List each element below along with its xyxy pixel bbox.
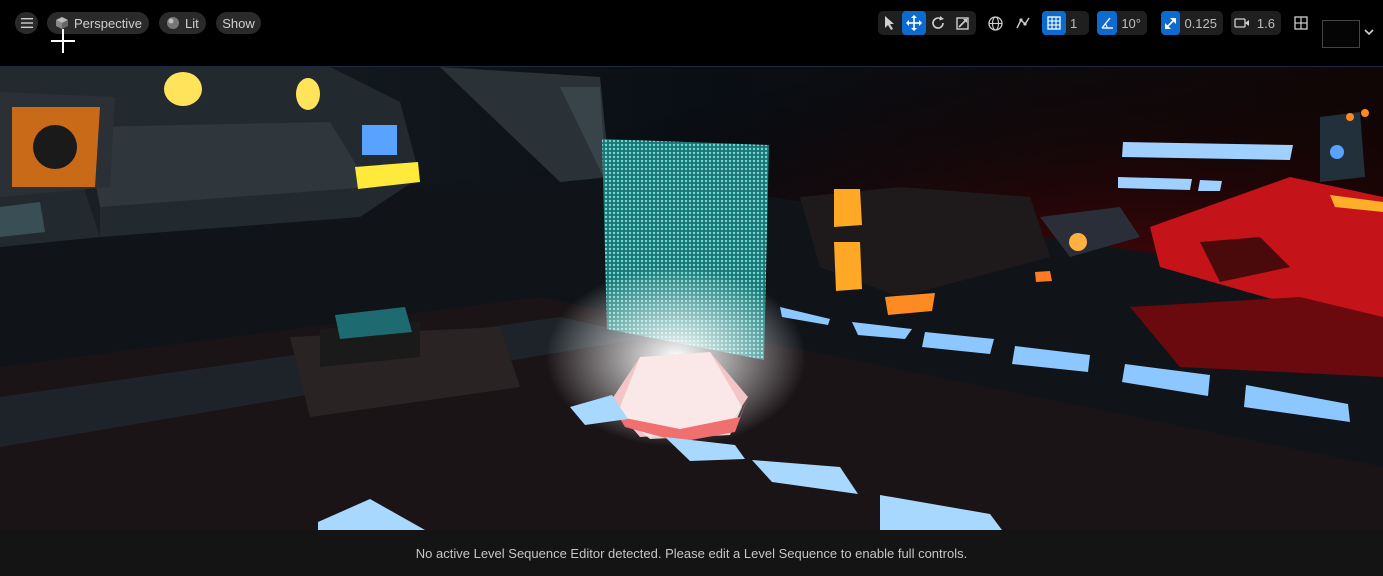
viewport-size-preview[interactable]	[1322, 20, 1360, 48]
grid-snap-toggle[interactable]	[1042, 11, 1066, 35]
view-mode-button[interactable]: Lit	[159, 12, 206, 34]
menu-icon	[20, 18, 33, 28]
scale-mode-button[interactable]	[950, 11, 974, 35]
world-space-icon	[987, 15, 1003, 31]
translate-mode-button[interactable]	[902, 11, 926, 35]
lit-sphere-icon	[167, 17, 179, 29]
camera-speed-value[interactable]: 1.6	[1253, 16, 1281, 31]
viewport-menu-button[interactable]	[15, 12, 38, 34]
crosshair-cursor-icon	[51, 29, 75, 53]
scale-snap-value[interactable]: 0.125	[1180, 16, 1223, 31]
scale-snap-toggle[interactable]	[1161, 11, 1181, 35]
translate-icon	[906, 15, 922, 31]
perspective-label: Perspective	[74, 15, 142, 31]
camera-speed-group: 1.6	[1231, 11, 1281, 35]
layout-icon	[1294, 16, 1308, 30]
rotate-icon	[932, 16, 944, 29]
show-button[interactable]: Show	[216, 12, 261, 34]
camera-speed-button[interactable]	[1231, 11, 1253, 35]
rotation-snap-toggle[interactable]	[1097, 11, 1118, 35]
rotation-snap-value[interactable]: 10°	[1117, 16, 1147, 31]
transform-tools-group	[878, 11, 976, 35]
grid-snap-value[interactable]: 1	[1066, 16, 1083, 31]
perspective-cube-icon	[56, 17, 68, 29]
scale-icon	[955, 16, 969, 30]
surface-snap-icon	[1016, 17, 1030, 29]
scale-snap-icon	[1165, 17, 1177, 29]
sequencer-status-bar: No active Level Sequence Editor detected…	[0, 530, 1383, 576]
world-space-button[interactable]	[983, 11, 1007, 35]
scene-render	[0, 67, 1383, 530]
rotate-mode-button[interactable]	[926, 11, 950, 35]
surface-snap-button[interactable]	[1011, 11, 1035, 35]
select-mode-button[interactable]	[878, 11, 902, 35]
show-label: Show	[222, 15, 255, 31]
chevron-down-icon[interactable]	[1364, 28, 1374, 36]
rotation-snap-group: 10°	[1097, 11, 1147, 35]
select-icon	[885, 16, 894, 30]
viewport-toolbar: Perspective Lit Show 1 10° 0.125 1.6	[0, 0, 1383, 66]
level-viewport[interactable]	[0, 67, 1383, 530]
grid-snap-icon	[1047, 16, 1061, 30]
view-mode-label: Lit	[185, 15, 199, 31]
viewport-layout-button[interactable]	[1289, 11, 1313, 35]
camera-speed-icon	[1234, 18, 1249, 28]
grid-snap-group: 1	[1042, 11, 1089, 35]
status-message: No active Level Sequence Editor detected…	[415, 545, 968, 561]
scale-snap-group: 0.125	[1161, 11, 1223, 35]
rotation-snap-icon	[1101, 17, 1114, 29]
